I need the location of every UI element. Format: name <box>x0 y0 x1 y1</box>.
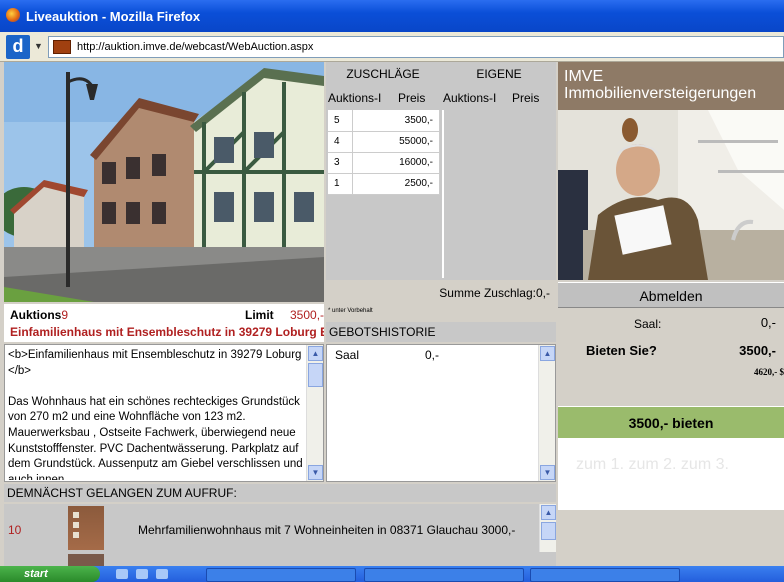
description-text: <b>Einfamilienhaus mit Ensembleschutz in… <box>8 349 303 480</box>
history-entry-amount: 0,- <box>425 348 440 362</box>
col-header-auktion-eigene: Auktions-I <box>443 91 497 105</box>
taskbar-item[interactable] <box>530 568 680 582</box>
lot-title: Einfamilienhaus mit Ensembleschutz in 39… <box>10 325 324 339</box>
scroll-down-icon[interactable]: ▼ <box>308 465 323 480</box>
summary-area: Summe Zuschlag:0,- * unter Vorbehalt <box>326 282 556 322</box>
table-row: 3 16000,- <box>328 152 440 174</box>
window-titlebar: Liveauktion - Mozilla Firefox <box>0 0 784 32</box>
col-header-auktion: Auktions-I <box>328 91 382 105</box>
bid-converted-value: 4620,- $ <box>754 367 784 377</box>
auctioneer-video <box>558 110 784 280</box>
history-entry-who: Saal <box>335 348 360 362</box>
table-cell-id: 4 <box>328 131 353 153</box>
d-logo-icon[interactable]: d <box>6 35 30 59</box>
place-bid-button[interactable]: 3500,- bieten <box>558 406 784 438</box>
upcoming-thumbnail-next <box>68 554 104 566</box>
bid-panel: Saal: 0,- Bieten Sie? 3500,- 4620,- $ <box>558 308 784 406</box>
saal-value: 0,- <box>760 315 776 330</box>
scroll-thumb[interactable] <box>541 522 556 540</box>
limit-label: Limit <box>245 308 274 322</box>
table-cell-price: 16000,- <box>352 152 440 174</box>
tab-zuschlaege[interactable]: ZUSCHLÄGE <box>326 62 440 86</box>
list-item[interactable]: 10 Mehrfamilienwohnhaus mit 7 Wohneinhei… <box>4 504 539 552</box>
quicklaunch-icon[interactable] <box>116 569 128 579</box>
scroll-up-icon[interactable]: ▲ <box>541 505 556 520</box>
table-row: 1 2500,- <box>328 173 440 195</box>
zuschlaege-table-box: 5 3500,- 4 55000,- 3 16000,- 1 2500,- <box>328 110 440 278</box>
table-cell-price: 2500,- <box>352 173 440 195</box>
call-status-text: zum 1. zum 2. zum 3. <box>576 456 729 473</box>
table-cell-price: 3500,- <box>352 110 440 132</box>
logout-button[interactable]: Abmelden <box>558 282 784 308</box>
scroll-up-icon[interactable]: ▲ <box>540 346 555 361</box>
lot-label: Auktions9 <box>10 308 69 322</box>
scroll-down-icon[interactable]: ▼ <box>540 465 555 480</box>
property-photo <box>4 62 324 302</box>
taskbar: start <box>0 566 784 582</box>
saal-label: Saal: <box>634 317 662 331</box>
brand-header: IMVE Immobilienversteigerungen <box>558 62 784 110</box>
brand-name: IMVE <box>564 68 604 85</box>
col-header-preis-eigene: Preis <box>512 91 540 105</box>
table-row: 5 3500,- <box>328 110 440 132</box>
call-status: zum 1. zum 2. zum 3. <box>558 438 784 510</box>
quicklaunch-icon[interactable] <box>136 569 148 579</box>
table-row: 4 55000,- <box>328 131 440 153</box>
upcoming-thumbnail <box>68 506 104 550</box>
dropdown-arrow-icon[interactable]: ▼ <box>34 41 43 51</box>
bid-ask-value: 3500,- <box>739 343 776 358</box>
eigene-table-box <box>442 110 554 278</box>
limit-value: 3500,- <box>290 308 325 322</box>
navigation-bar: d ▼ http://auktion.imve.de/webcast/WebAu… <box>0 32 784 62</box>
taskbar-item[interactable] <box>364 568 524 582</box>
table-cell-id: 3 <box>328 152 353 174</box>
summe-zuschlag: Summe Zuschlag:0,- <box>439 286 550 300</box>
url-field[interactable]: http://auktion.imve.de/webcast/WebAuctio… <box>48 36 784 58</box>
window-title: Liveauktion - Mozilla Firefox <box>26 9 201 24</box>
lot-number: 9 <box>61 308 69 322</box>
quicklaunch-icon[interactable] <box>156 569 168 579</box>
upcoming-number: 10 <box>8 523 22 537</box>
results-panel: ZUSCHLÄGE EIGENE Auktions-I Preis Auktio… <box>326 62 556 280</box>
scroll-thumb[interactable] <box>308 363 323 387</box>
upcoming-heading: DEMNÄCHST GELANGEN ZUM AUFRUF: <box>4 484 556 502</box>
bid-history-box[interactable]: Saal 0,- ▲ ▼ <box>326 344 556 482</box>
site-favicon-icon <box>53 40 71 54</box>
scroll-up-icon[interactable]: ▲ <box>308 346 323 361</box>
lot-header: Auktions9 Limit 3500,- Einfamilienhaus m… <box>4 304 324 342</box>
bid-question-label: Bieten Sie? <box>586 343 657 358</box>
history-heading: GEBOTSHISTORIE <box>326 322 556 342</box>
upcoming-scrollbar[interactable]: ▲ <box>539 504 556 552</box>
table-cell-price: 55000,- <box>352 131 440 153</box>
upcoming-title: Mehrfamilienwohnhaus mit 7 Wohneinheiten… <box>138 523 516 537</box>
lot-description[interactable]: <b>Einfamilienhaus mit Ensembleschutz in… <box>4 344 324 482</box>
vorbehalt-note: * unter Vorbehalt <box>328 308 373 314</box>
taskbar-item[interactable] <box>206 568 356 582</box>
firefox-icon <box>6 8 20 22</box>
table-cell-id: 1 <box>328 173 353 195</box>
tab-eigene[interactable]: EIGENE <box>442 62 556 86</box>
upcoming-list[interactable]: 10 Mehrfamilienwohnhaus mit 7 Wohneinhei… <box>4 504 556 566</box>
zuschlaege-table: 5 3500,- 4 55000,- 3 16000,- 1 2500,- <box>328 110 440 195</box>
col-header-preis: Preis <box>398 91 426 105</box>
brand-subtitle: Immobilienversteigerungen <box>564 85 757 102</box>
url-text[interactable]: http://auktion.imve.de/webcast/WebAuctio… <box>77 41 313 53</box>
description-scrollbar[interactable]: ▲ ▼ <box>306 345 323 481</box>
table-cell-id: 5 <box>328 110 353 132</box>
history-scrollbar[interactable]: ▲ ▼ <box>538 345 555 481</box>
start-button[interactable]: start <box>0 566 100 582</box>
